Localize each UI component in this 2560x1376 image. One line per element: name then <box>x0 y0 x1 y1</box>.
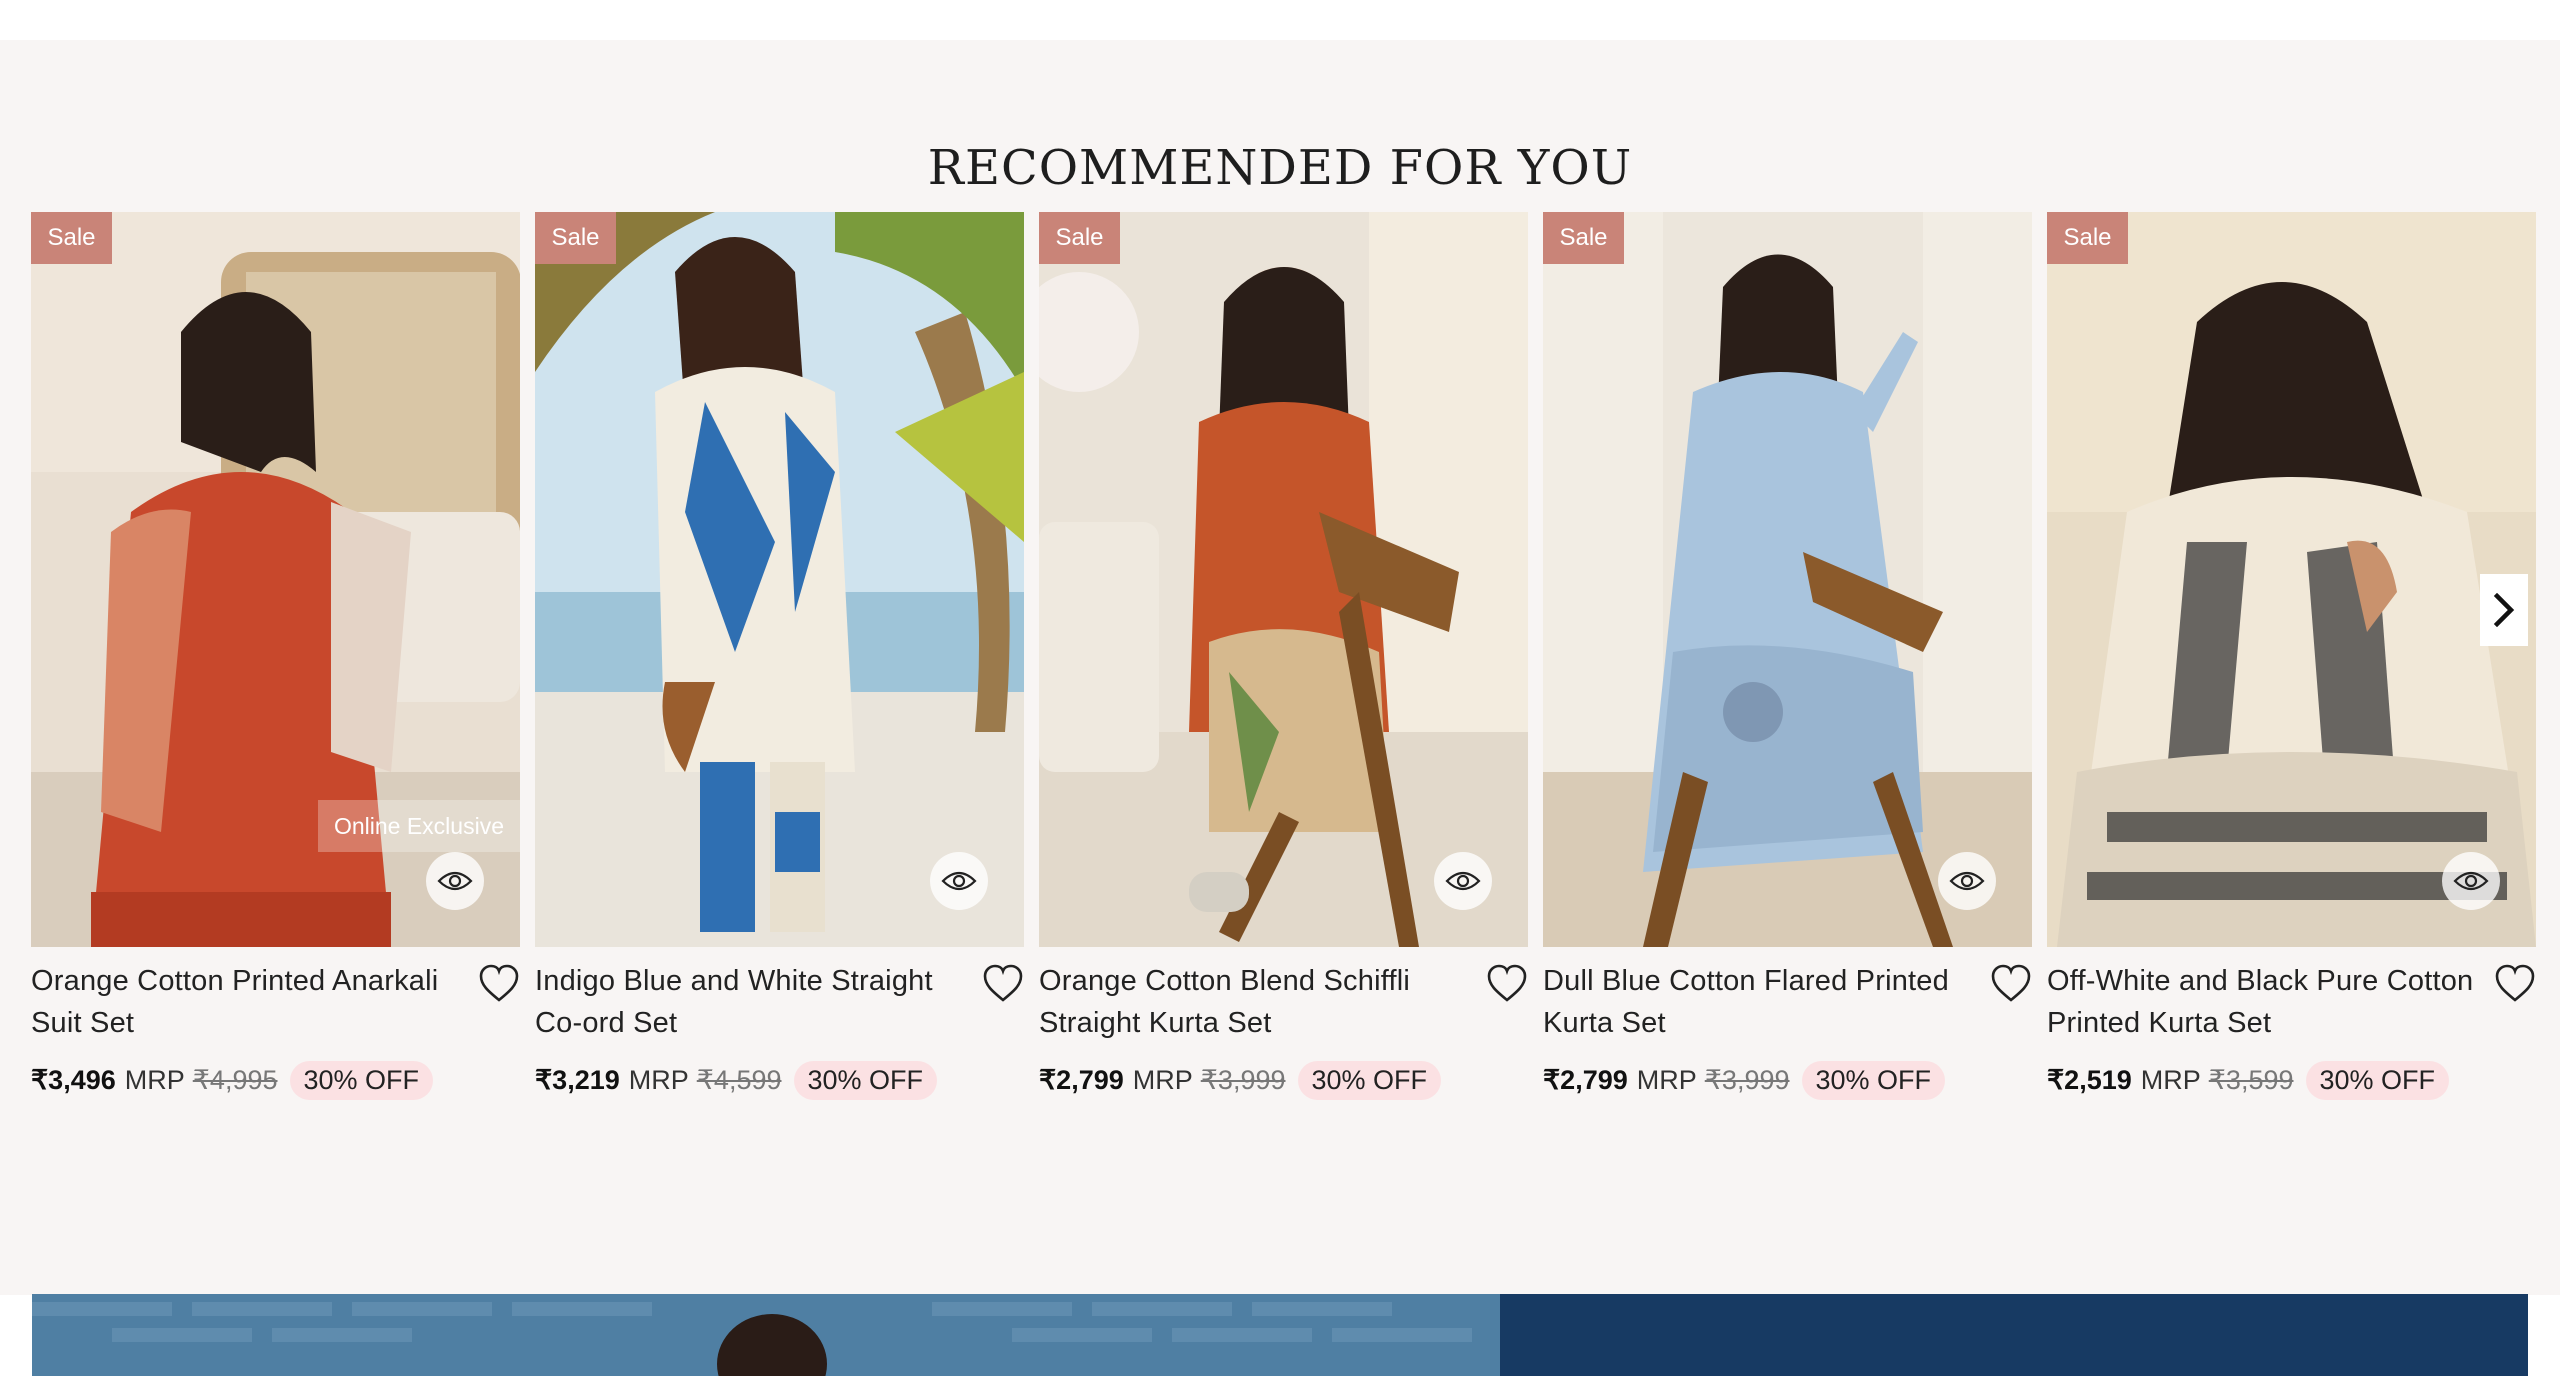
quick-view-button[interactable] <box>1434 852 1492 910</box>
product-name[interactable]: Off-White and Black Pure Cotton Printed … <box>2047 960 2477 1044</box>
mrp-label: MRP <box>1132 1064 1193 1095</box>
product-carousel: Sale Online Exclusive Orange Cotton Prin… <box>31 212 2536 1172</box>
mrp-price: ₹4,599 <box>696 1064 782 1095</box>
price-row: ₹2,519 MRP ₹3,599 30% OFF <box>2047 1060 2450 1100</box>
discount-badge: 30% OFF <box>1297 1060 1442 1100</box>
product-image[interactable]: Sale <box>535 212 1024 947</box>
top-bar <box>0 0 2560 40</box>
section-title: RECOMMENDED FOR YOU <box>927 140 1633 196</box>
mrp-price: ₹3,999 <box>1704 1064 1790 1095</box>
product-card[interactable]: Sale Indigo Blue and White Straight Co-o… <box>535 212 1024 1172</box>
product-image-art <box>1039 212 1528 947</box>
wishlist-button[interactable] <box>1486 964 1528 1004</box>
wishlist-button[interactable] <box>478 964 520 1004</box>
price-row: ₹2,799 MRP ₹3,999 30% OFF <box>1543 1060 1946 1100</box>
promo-banner-image <box>32 1294 2528 1376</box>
carousel-next-button[interactable] <box>2480 574 2528 646</box>
mrp-price: ₹4,995 <box>192 1064 278 1095</box>
chevron-right-icon <box>2493 593 2515 627</box>
product-image-art <box>535 212 1024 947</box>
quick-view-button[interactable] <box>426 852 484 910</box>
quick-view-button[interactable] <box>930 852 988 910</box>
sale-badge: Sale <box>535 212 616 264</box>
wishlist-button[interactable] <box>2494 964 2536 1004</box>
price-row: ₹3,496 MRP ₹4,995 30% OFF <box>31 1060 434 1100</box>
product-image[interactable]: Sale Online Exclusive <box>31 212 520 947</box>
product-card[interactable]: Sale Online Exclusive Orange Cotton Prin… <box>31 212 520 1172</box>
mrp-label: MRP <box>1636 1064 1697 1095</box>
product-card[interactable]: Sale Orange Cotton Blend Schiffli Straig… <box>1039 212 1528 1172</box>
product-name[interactable]: Indigo Blue and White Straight Co-ord Se… <box>535 960 965 1044</box>
sale-badge: Sale <box>1543 212 1624 264</box>
price-row: ₹3,219 MRP ₹4,599 30% OFF <box>535 1060 938 1100</box>
online-exclusive-tag: Online Exclusive <box>317 800 520 852</box>
product-card[interactable]: Sale Dull Blue Cotton Flared Printed Kur… <box>1543 212 2032 1172</box>
quick-view-button[interactable] <box>1938 852 1996 910</box>
heart-icon <box>983 964 1023 1002</box>
sale-badge: Sale <box>1039 212 1120 264</box>
discount-badge: 30% OFF <box>289 1060 434 1100</box>
eye-icon <box>1949 871 1985 891</box>
promo-banner[interactable] <box>32 1294 2528 1376</box>
eye-icon <box>1445 871 1481 891</box>
eye-icon <box>2453 871 2489 891</box>
heart-icon <box>479 964 519 1002</box>
mrp-price: ₹3,599 <box>2208 1064 2294 1095</box>
mrp-label: MRP <box>2140 1064 2201 1095</box>
product-image[interactable]: Sale <box>1543 212 2032 947</box>
eye-icon <box>437 871 473 891</box>
sale-price: ₹3,496 <box>31 1064 116 1095</box>
product-card[interactable]: Sale Off-White and Black Pure Cotton Pri… <box>2047 212 2536 1172</box>
heart-icon <box>2495 964 2535 1002</box>
wishlist-button[interactable] <box>1990 964 2032 1004</box>
sale-price: ₹2,519 <box>2047 1064 2132 1095</box>
sale-badge: Sale <box>31 212 112 264</box>
product-name[interactable]: Dull Blue Cotton Flared Printed Kurta Se… <box>1543 960 1973 1044</box>
price-row: ₹2,799 MRP ₹3,999 30% OFF <box>1039 1060 1442 1100</box>
sale-price: ₹2,799 <box>1039 1064 1124 1095</box>
quick-view-button[interactable] <box>2442 852 2500 910</box>
product-image[interactable]: Sale <box>2047 212 2536 947</box>
heart-icon <box>1487 964 1527 1002</box>
discount-badge: 30% OFF <box>2305 1060 2450 1100</box>
mrp-label: MRP <box>628 1064 689 1095</box>
product-image[interactable]: Sale <box>1039 212 1528 947</box>
eye-icon <box>941 871 977 891</box>
mrp-price: ₹3,999 <box>1200 1064 1286 1095</box>
discount-badge: 30% OFF <box>793 1060 938 1100</box>
sale-price: ₹3,219 <box>535 1064 620 1095</box>
discount-badge: 30% OFF <box>1801 1060 1946 1100</box>
product-name[interactable]: Orange Cotton Printed Anarkali Suit Set <box>31 960 461 1044</box>
sale-price: ₹2,799 <box>1543 1064 1628 1095</box>
mrp-label: MRP <box>124 1064 185 1095</box>
product-name[interactable]: Orange Cotton Blend Schiffli Straight Ku… <box>1039 960 1469 1044</box>
product-image-art <box>1543 212 2032 947</box>
heart-icon <box>1991 964 2031 1002</box>
product-image-art <box>2047 212 2536 947</box>
wishlist-button[interactable] <box>982 964 1024 1004</box>
sale-badge: Sale <box>2047 212 2128 264</box>
